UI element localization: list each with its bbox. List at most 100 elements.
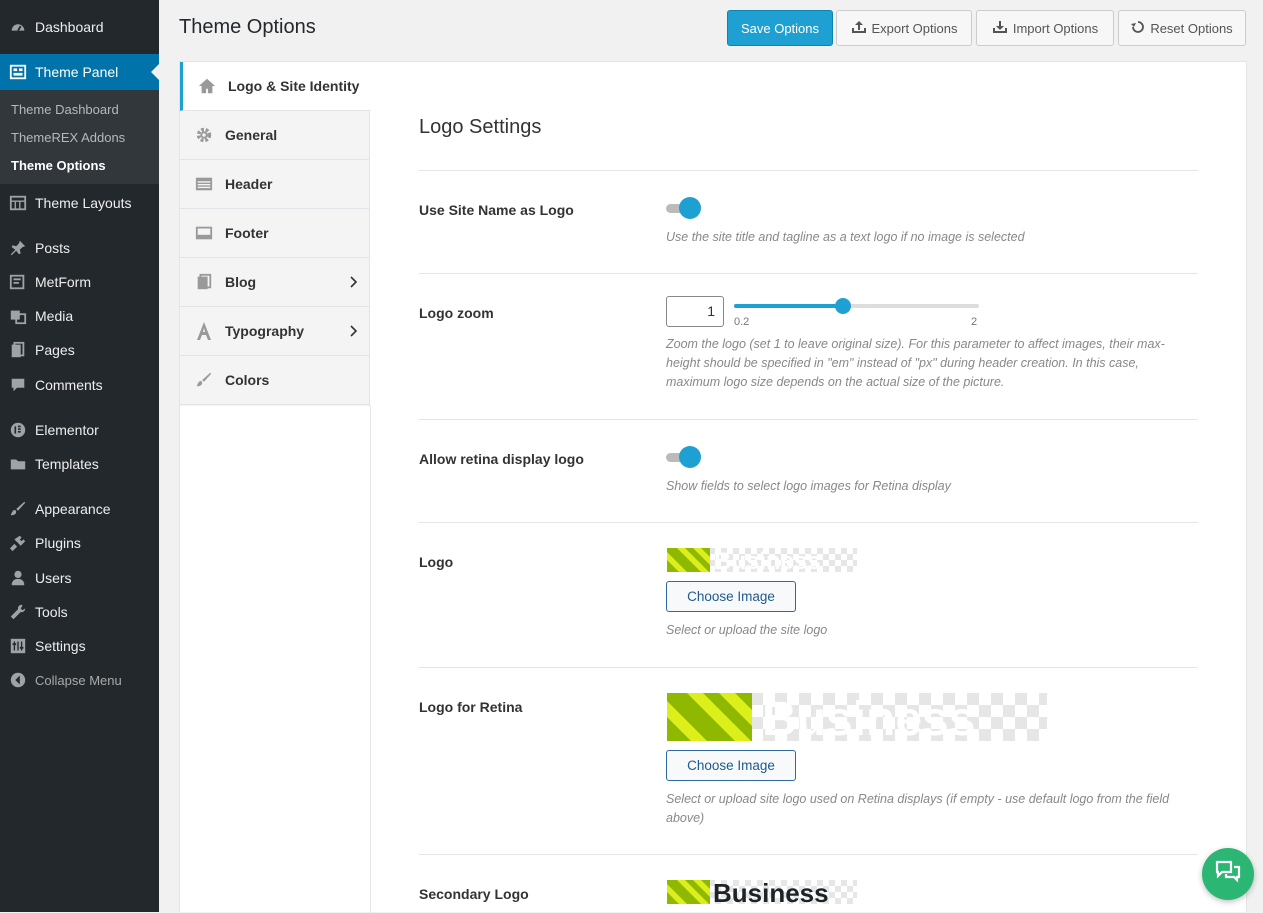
tab-label: General: [225, 127, 278, 143]
logo-retina-desc: Select or upload site logo used on Retin…: [666, 792, 1170, 825]
sidebar-item-tools[interactable]: Tools: [0, 595, 159, 629]
submenu-themerex-addons[interactable]: ThemeREX Addons: [11, 130, 125, 145]
svg-text:Business: Business: [713, 880, 829, 904]
section-title: Logo Settings: [419, 116, 542, 138]
gear-icon: [194, 125, 214, 145]
theme-panel-submenu: Theme Dashboard ThemeREX Addons Theme Op…: [0, 90, 159, 184]
save-options-button[interactable]: Save Options: [727, 10, 833, 46]
sidebar-item-comments[interactable]: Comments: [0, 368, 159, 402]
tab-logo-site-identity[interactable]: Logo & Site Identity: [180, 62, 371, 111]
media-icon: [8, 306, 28, 326]
logo-zoom-slider[interactable]: [734, 298, 979, 321]
collapse-icon: [8, 670, 28, 690]
toggle-knob: [679, 197, 701, 219]
slider-handle[interactable]: [835, 298, 851, 314]
sidebar-item-settings[interactable]: Settings: [0, 629, 159, 663]
logo-label: Logo: [419, 554, 454, 570]
collapse-menu-button[interactable]: Collapse Menu: [0, 663, 159, 697]
slider-fill: [734, 304, 843, 308]
sidebar-item-label: Settings: [35, 638, 86, 654]
chevron-right-icon: [350, 275, 358, 291]
sidebar-item-elementor[interactable]: Elementor: [0, 413, 159, 447]
sidebar-item-label: Users: [35, 570, 72, 586]
sidebar-item-dashboard[interactable]: Dashboard: [0, 10, 159, 44]
tab-blog[interactable]: Blog: [180, 258, 370, 307]
reset-options-button[interactable]: Reset Options: [1118, 10, 1246, 46]
allow-retina-toggle[interactable]: [666, 445, 702, 469]
svg-text:Business: Business: [762, 693, 975, 741]
export-options-label: Export Options: [871, 20, 958, 36]
pages-icon: [8, 340, 28, 360]
reset-options-label: Reset Options: [1150, 20, 1233, 36]
sidebar-item-label: Theme Layouts: [35, 195, 132, 211]
logo-preview-image: Business: [667, 548, 857, 572]
logo-settings-section: Logo Settings Use Site Name as Logo Use …: [419, 62, 1198, 913]
sidebar-item-users[interactable]: Users: [0, 561, 159, 595]
form-icon: [8, 272, 28, 292]
blog-icon: [194, 272, 214, 292]
tab-colors[interactable]: Colors: [180, 356, 370, 405]
chat-support-button[interactable]: [1202, 848, 1254, 900]
sidebar-item-pages[interactable]: Pages: [0, 333, 159, 367]
tab-typography[interactable]: Typography: [180, 307, 370, 356]
divider: [419, 170, 1198, 171]
sidebar-item-appearance[interactable]: Appearance: [0, 492, 159, 526]
logo-retina-preview-image: Business: [667, 693, 1047, 741]
submenu-theme-dashboard[interactable]: Theme Dashboard: [11, 102, 119, 117]
secondary-logo-preview-image: Business: [667, 880, 857, 904]
submenu-theme-options[interactable]: Theme Options: [11, 158, 106, 173]
logo-zoom-input[interactable]: 1: [666, 296, 724, 327]
sidebar-item-theme-panel[interactable]: Theme Panel: [0, 54, 159, 90]
brush-icon: [194, 370, 214, 390]
tab-header[interactable]: Header: [180, 160, 370, 209]
tab-label: Footer: [225, 225, 269, 241]
typography-icon: [194, 321, 214, 341]
sidebar-item-theme-layouts[interactable]: Theme Layouts: [0, 186, 159, 220]
secondary-logo-label: Secondary Logo: [419, 886, 529, 902]
logo-zoom-desc: Zoom the logo (set 1 to leave original s…: [666, 337, 1165, 389]
tabs-divider: [370, 406, 371, 913]
logo-retina-label: Logo for Retina: [419, 699, 523, 715]
import-options-label: Import Options: [1012, 20, 1099, 36]
theme-panel-icon: [8, 62, 28, 82]
footer-icon: [194, 223, 214, 243]
reset-icon: [1131, 20, 1145, 37]
tab-general[interactable]: General: [180, 111, 370, 160]
sidebar-item-posts[interactable]: Posts: [0, 231, 159, 265]
plug-icon: [8, 533, 28, 553]
sidebar-item-label: Plugins: [35, 535, 81, 551]
divider: [419, 667, 1198, 668]
save-options-label: Save Options: [740, 20, 820, 36]
tab-footer[interactable]: Footer: [180, 209, 370, 258]
tab-label: Colors: [225, 372, 270, 388]
home-icon: [197, 76, 217, 96]
use-site-name-label: Use Site Name as Logo: [419, 202, 574, 218]
tab-label: Blog: [225, 274, 257, 290]
import-options-button[interactable]: Import Options: [976, 10, 1114, 46]
brush-icon: [8, 499, 28, 519]
sidebar-item-plugins[interactable]: Plugins: [0, 526, 159, 560]
sidebar-item-label: Pages: [35, 342, 75, 358]
elementor-icon: [8, 420, 28, 440]
sidebar-item-metform[interactable]: MetForm: [0, 265, 159, 299]
sidebar-item-label: Dashboard: [35, 19, 104, 35]
comment-icon: [8, 375, 28, 395]
divider: [419, 419, 1198, 420]
use-site-name-toggle[interactable]: [666, 196, 702, 220]
export-icon: [851, 20, 867, 37]
use-site-name-desc: Use the site title and tagline as a text…: [666, 230, 1025, 244]
logo-retina-choose-image-button[interactable]: Choose Image: [666, 750, 796, 781]
export-options-button[interactable]: Export Options: [836, 10, 972, 46]
sidebar-item-media[interactable]: Media: [0, 299, 159, 333]
chevron-right-icon: [350, 324, 358, 340]
logo-desc: Select or upload the site logo: [666, 623, 828, 637]
choose-image-label: Choose Image: [687, 589, 775, 604]
tab-label: Header: [225, 176, 273, 192]
logo-choose-image-button[interactable]: Choose Image: [666, 581, 796, 612]
slider-max-label: 2: [971, 316, 978, 328]
main-content: Theme Options Save Options Export Option…: [159, 0, 1263, 913]
divider: [419, 854, 1198, 855]
sidebar-item-templates[interactable]: Templates: [0, 447, 159, 481]
allow-retina-desc: Show fields to select logo images for Re…: [666, 479, 951, 493]
sidebar-item-label: Comments: [35, 377, 103, 393]
